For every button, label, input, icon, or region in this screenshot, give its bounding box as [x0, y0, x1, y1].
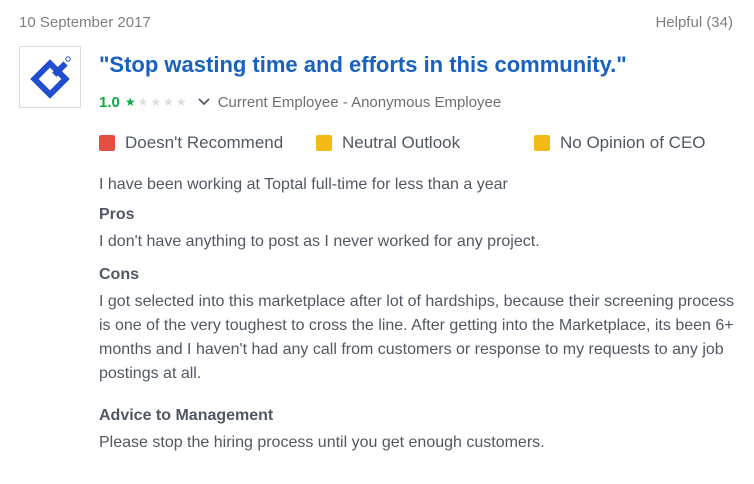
status-square-icon — [534, 135, 550, 151]
outlook-label: Doesn't Recommend — [125, 133, 284, 152]
pros-text: I don't have anything to post as I never… — [99, 233, 540, 250]
rating-value: 1.0 — [99, 93, 120, 111]
outlook-row: Doesn't Recommend Neutral Outlook No Opi… — [99, 133, 719, 155]
ceo-opinion: No Opinion of CEO — [534, 133, 706, 153]
outlook-label: No Opinion of CEO — [560, 133, 706, 152]
outlook-label: Neutral Outlook — [342, 133, 461, 152]
star-icon: ★ — [163, 95, 174, 109]
chevron-down-icon[interactable] — [197, 95, 211, 109]
review-title[interactable]: "Stop wasting time and efforts in this c… — [99, 52, 627, 78]
helpful-button[interactable]: Helpful (34) — [655, 14, 733, 31]
cons-heading: Cons — [99, 266, 139, 283]
star-icon: ★ — [124, 95, 136, 109]
business-outlook: Neutral Outlook — [316, 133, 460, 153]
status-square-icon — [316, 135, 332, 151]
pros-heading: Pros — [99, 206, 135, 223]
review-date: 10 September 2017 — [19, 14, 151, 31]
company-logo[interactable] — [19, 46, 81, 108]
cons-text: I got selected into this marketplace aft… — [99, 293, 735, 382]
star-icon: ★ — [175, 95, 187, 109]
star-icon: ★ — [150, 95, 162, 109]
recommend-outlook: Doesn't Recommend — [99, 133, 283, 153]
employee-status: Current Employee - Anonymous Employee — [217, 93, 502, 111]
status-square-icon — [99, 135, 115, 151]
toptal-logo-icon — [30, 56, 71, 99]
advice-heading: Advice to Management — [99, 407, 274, 424]
star-icon: ★ — [137, 95, 149, 109]
employment-tenure: I have been working at Toptal full-time … — [99, 176, 508, 193]
rating-row: 1.0 ★ ★ ★ ★ ★ Current Employee - Anonymous E… — [99, 92, 501, 112]
advice-text: Please stop the hiring process until you… — [99, 434, 545, 451]
star-rating: ★ ★ ★ ★ ★ — [125, 95, 187, 109]
